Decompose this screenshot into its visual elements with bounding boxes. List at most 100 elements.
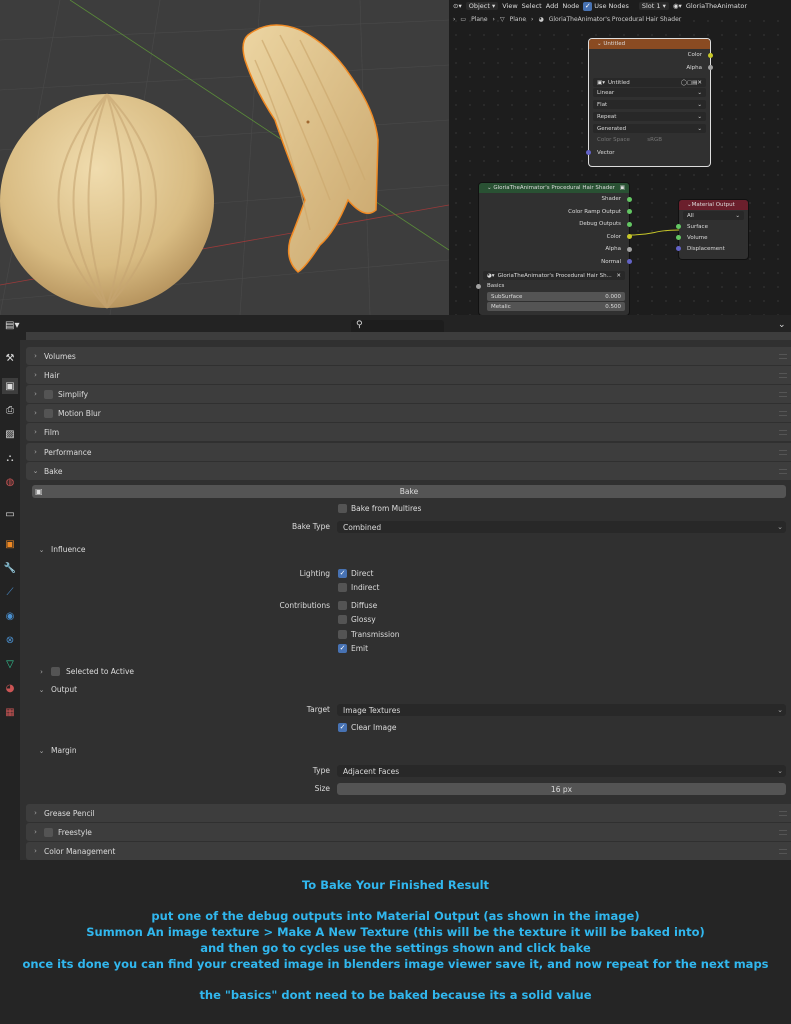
- instructions-overlay: To Bake Your Finished Result put one of …: [0, 860, 791, 1024]
- data-icon[interactable]: ▽: [2, 656, 18, 672]
- selected-to-active-checkbox[interactable]: [51, 667, 60, 676]
- color-to-surface-link: [630, 229, 680, 236]
- bake-type-label: Bake Type: [291, 522, 330, 531]
- chevron-down-icon[interactable]: ⌄: [778, 320, 786, 330]
- panel-color-management[interactable]: › Color Management: [26, 842, 791, 860]
- properties-editor: ▤▾ ⚲ ⌄ ⚒ ▣ ⎙ ▨ ⛬ ◍ ▭ ▣ 🔧 ⟋ ◉ ⊗ ▽ ◕ ▦ › Vo…: [0, 315, 791, 860]
- properties-tabs: ⚒ ▣ ⎙ ▨ ⛬ ◍ ▭ ▣ 🔧 ⟋ ◉ ⊗ ▽ ◕ ▦: [0, 340, 20, 860]
- chevron-right-icon: ›: [40, 667, 43, 676]
- subpanel-selected-to-active[interactable]: › Selected to Active: [38, 667, 134, 676]
- direct-checkbox[interactable]: ✓ Direct: [338, 569, 373, 578]
- bake-type-select[interactable]: Combined ⌄: [337, 521, 786, 533]
- instruction-line: and then go to cycles use the settings s…: [200, 941, 591, 955]
- chevron-down-icon: ⌄: [32, 467, 39, 475]
- output-icon[interactable]: ⎙: [2, 402, 18, 418]
- material-icon[interactable]: ◕: [2, 680, 18, 696]
- drag-handle-icon[interactable]: [779, 829, 787, 835]
- chevron-right-icon: ›: [34, 828, 37, 836]
- instruction-line: once its done you can find your created …: [22, 957, 769, 971]
- chevron-right-icon: ›: [34, 352, 37, 360]
- drag-handle-icon[interactable]: [779, 449, 787, 455]
- margin-size-field[interactable]: 16 px: [337, 783, 786, 795]
- constraints-icon[interactable]: ⊗: [2, 632, 18, 648]
- subpanel-output[interactable]: ⌄ Output: [38, 685, 78, 694]
- hair-strand-object: [242, 24, 379, 273]
- chevron-down-icon: ⌄: [777, 523, 783, 531]
- simplify-checkbox[interactable]: [44, 389, 53, 399]
- chevron-right-icon: ›: [34, 390, 37, 398]
- 3d-viewport[interactable]: [0, 0, 449, 315]
- world-icon[interactable]: ◍: [2, 474, 18, 490]
- chevron-right-icon: ›: [34, 809, 37, 817]
- chevron-right-icon: ›: [34, 409, 37, 417]
- panel-freestyle[interactable]: › Freestyle: [26, 823, 791, 841]
- motion-blur-checkbox[interactable]: [44, 408, 53, 418]
- modifier-icon[interactable]: 🔧: [2, 560, 18, 576]
- drag-handle-icon[interactable]: [779, 353, 787, 359]
- chevron-down-icon: ⌄: [777, 706, 783, 714]
- panel-performance[interactable]: › Performance: [26, 443, 791, 461]
- particles-icon[interactable]: ⟋: [2, 584, 18, 600]
- indirect-checkbox[interactable]: Indirect: [338, 583, 379, 592]
- editor-type-icon[interactable]: ▤▾: [5, 320, 19, 331]
- shader-node-editor[interactable]: ⊙▾ Object ▾ View Select Add Node ✓ Use No…: [449, 0, 791, 315]
- panel-simplify[interactable]: › Simplify: [26, 385, 791, 403]
- node-link: [630, 229, 680, 236]
- clear-image-checkbox[interactable]: ✓ Clear Image: [338, 723, 397, 732]
- diffuse-checkbox[interactable]: Diffuse: [338, 601, 377, 610]
- type-label: Type: [312, 766, 330, 775]
- texture-icon[interactable]: ▦: [2, 704, 18, 720]
- lighting-label: Lighting: [299, 569, 330, 578]
- instruction-note: the "basics" dont need to be baked becau…: [199, 988, 592, 1002]
- instruction-line: Summon An image texture > Make A New Tex…: [86, 925, 705, 939]
- viewport-scene: [0, 0, 449, 315]
- panel-film[interactable]: › Film: [26, 423, 791, 441]
- instruction-line: put one of the debug outputs into Materi…: [151, 909, 640, 923]
- drag-handle-icon[interactable]: [779, 391, 787, 397]
- panel-volumes[interactable]: › Volumes: [26, 347, 791, 365]
- chevron-right-icon: ›: [34, 428, 37, 436]
- collection-icon[interactable]: ▭: [2, 506, 18, 522]
- chevron-down-icon: ⌄: [777, 767, 783, 775]
- view-layer-icon[interactable]: ▨: [2, 426, 18, 442]
- chevron-right-icon: ›: [34, 847, 37, 855]
- bake-from-multires-checkbox[interactable]: Bake from Multires: [338, 504, 421, 513]
- chevron-down-icon: ⌄: [38, 685, 45, 694]
- contributions-label: Contributions: [279, 601, 330, 610]
- drag-handle-icon[interactable]: [779, 848, 787, 854]
- subpanel-margin[interactable]: ⌄ Margin: [38, 746, 77, 755]
- object-icon[interactable]: ▣: [2, 536, 18, 552]
- drag-handle-icon[interactable]: [779, 372, 787, 378]
- drag-handle-icon[interactable]: [779, 468, 787, 474]
- panel-hair[interactable]: › Hair: [26, 366, 791, 384]
- drag-handle-icon[interactable]: [779, 810, 787, 816]
- physics-icon[interactable]: ◉: [2, 608, 18, 624]
- size-label: Size: [314, 784, 330, 793]
- chevron-down-icon: ⌄: [38, 746, 45, 755]
- drag-handle-icon[interactable]: [779, 410, 787, 416]
- render-still-icon: ▣: [35, 487, 43, 496]
- chevron-right-icon: ›: [34, 371, 37, 379]
- emit-checkbox[interactable]: ✓ Emit: [338, 644, 368, 653]
- drag-handle-icon[interactable]: [779, 429, 787, 435]
- freestyle-checkbox[interactable]: [44, 827, 53, 837]
- target-select[interactable]: Image Textures ⌄: [337, 704, 786, 716]
- chevron-down-icon: ⌄: [38, 545, 45, 554]
- panel-motion-blur[interactable]: › Motion Blur: [26, 404, 791, 422]
- subpanel-influence[interactable]: ⌄ Influence: [38, 545, 86, 554]
- transmission-checkbox[interactable]: Transmission: [338, 630, 399, 639]
- panel-bake[interactable]: ⌄ Bake: [26, 462, 791, 480]
- margin-type-select[interactable]: Adjacent Faces ⌄: [337, 765, 786, 777]
- hair-sphere: [0, 93, 214, 309]
- panel-grease-pencil[interactable]: › Grease Pencil: [26, 804, 791, 822]
- bake-button[interactable]: ▣ Bake: [32, 485, 786, 498]
- instructions-title: To Bake Your Finished Result: [301, 878, 490, 892]
- target-label: Target: [306, 705, 330, 714]
- glossy-checkbox[interactable]: Glossy: [338, 615, 376, 624]
- search-icon: ⚲: [356, 320, 363, 330]
- panel-partial: [26, 332, 791, 340]
- scene-icon[interactable]: ⛬: [2, 450, 18, 466]
- tool-icon[interactable]: ⚒: [2, 350, 18, 366]
- chevron-right-icon: ›: [34, 448, 37, 456]
- render-icon[interactable]: ▣: [2, 378, 18, 394]
